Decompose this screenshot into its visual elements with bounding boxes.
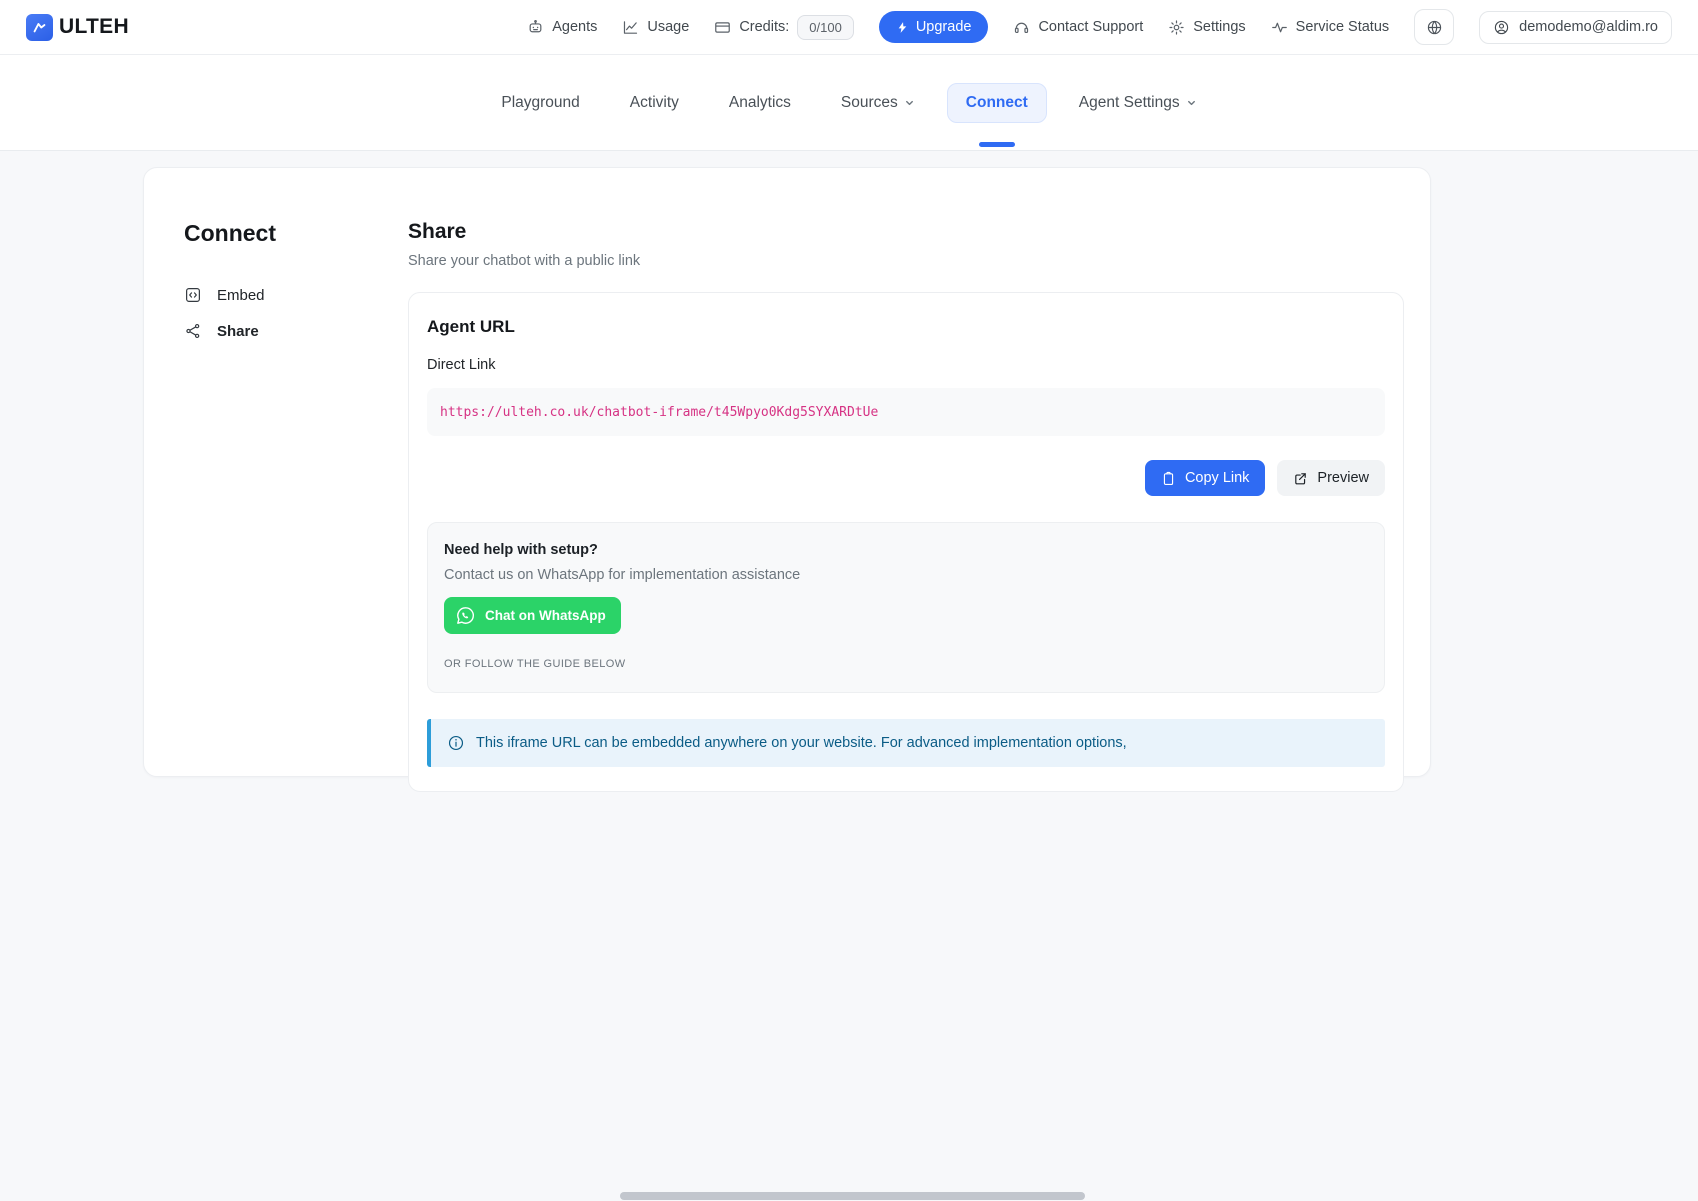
horizontal-scrollbar [0,1191,1698,1201]
connect-sidebar: Connect Embed Share [144,168,408,776]
credit-card-icon [714,19,731,36]
nav-settings-label: Settings [1193,19,1245,35]
iframe-info-text: This iframe URL can be embedded anywhere… [476,735,1127,751]
tab-sources[interactable]: Sources [823,84,933,122]
sidebar-item-embed-label: Embed [217,287,265,304]
person-circle-icon [1493,19,1510,36]
sidebar-item-embed[interactable]: Embed [184,277,408,313]
tab-activity[interactable]: Activity [612,84,697,122]
tab-activity-label: Activity [630,94,679,112]
user-email: demodemo@aldim.ro [1519,19,1658,35]
top-navbar: ULTEH Agents Usage Credits: 0/100 Upgrad… [0,0,1698,55]
direct-link-label: Direct Link [427,357,1385,373]
nav-usage[interactable]: Usage [622,19,689,36]
tab-analytics[interactable]: Analytics [711,84,809,122]
nav-agents-label: Agents [552,19,597,35]
credits-badge: 0/100 [797,15,854,40]
usage-chart-icon [622,19,639,36]
agent-url-card: Agent URL Direct Link https://ulteh.co.u… [408,292,1404,792]
share-panel: Share Share your chatbot with a public l… [408,168,1430,776]
share-nodes-icon [184,322,202,340]
help-subtitle: Contact us on WhatsApp for implementatio… [444,567,1368,583]
language-globe-button[interactable] [1414,9,1454,45]
upgrade-button[interactable]: Upgrade [879,11,989,43]
upgrade-label: Upgrade [916,19,972,35]
activity-pulse-icon [1271,19,1288,36]
external-link-icon [1293,471,1308,486]
nav-usage-label: Usage [647,19,689,35]
navbar-menu: Agents Usage Credits: 0/100 Upgrade Cont… [527,9,1672,45]
help-title: Need help with setup? [444,542,1368,558]
brand-logo-icon [26,14,53,41]
copy-link-button[interactable]: Copy Link [1145,460,1265,496]
tab-playground-label: Playground [501,94,579,112]
user-account-button[interactable]: demodemo@aldim.ro [1479,11,1672,44]
sidebar-item-share-label: Share [217,323,259,340]
iframe-info-banner: This iframe URL can be embedded anywhere… [427,719,1385,767]
page-subtitle: Share your chatbot with a public link [408,253,1404,269]
brand-name: ULTEH [59,15,129,39]
url-actions: Copy Link Preview [427,460,1385,496]
gear-icon [1168,19,1185,36]
whatsapp-chat-label: Chat on WhatsApp [485,608,606,623]
tab-agent-settings-label: Agent Settings [1079,94,1180,112]
horizontal-scrollbar-thumb[interactable] [620,1192,1085,1200]
nav-agents[interactable]: Agents [527,19,597,36]
nav-service-status-label: Service Status [1296,19,1390,35]
nav-contact-support-label: Contact Support [1038,19,1143,35]
clipboard-icon [1161,471,1176,486]
tab-connect[interactable]: Connect [947,83,1047,123]
nav-contact-support[interactable]: Contact Support [1013,19,1143,36]
setup-help-box: Need help with setup? Contact us on What… [427,522,1385,693]
tab-sources-label: Sources [841,94,898,112]
code-square-icon [184,286,202,304]
agent-tabstrip: Playground Activity Analytics Sources Co… [0,55,1698,151]
nav-settings[interactable]: Settings [1168,19,1245,36]
tab-agent-settings[interactable]: Agent Settings [1061,84,1215,122]
whatsapp-chat-button[interactable]: Chat on WhatsApp [444,597,621,634]
tab-analytics-label: Analytics [729,94,791,112]
globe-icon [1426,19,1443,36]
nav-credits[interactable]: Credits: 0/100 [714,15,854,40]
preview-label: Preview [1317,470,1369,486]
tab-connect-label: Connect [966,94,1028,112]
direct-link-url: https://ulteh.co.uk/chatbot-iframe/t45Wp… [440,405,878,420]
robot-icon [527,19,544,36]
sidebar-title: Connect [184,220,408,247]
headset-icon [1013,19,1030,36]
sidebar-item-share[interactable]: Share [184,313,408,349]
nav-credits-label: Credits: [739,19,789,35]
nav-service-status[interactable]: Service Status [1271,19,1390,36]
brand-logo[interactable]: ULTEH [26,14,129,41]
preview-button[interactable]: Preview [1277,460,1385,496]
lightning-icon [896,21,909,34]
chevron-down-icon [1186,97,1197,108]
direct-link-url-box[interactable]: https://ulteh.co.uk/chatbot-iframe/t45Wp… [427,388,1385,436]
chevron-down-icon [904,97,915,108]
info-circle-icon [447,734,465,752]
page-title: Share [408,220,1404,244]
active-tab-indicator [979,142,1015,147]
guide-divider-label: OR FOLLOW THE GUIDE BELOW [444,658,1368,670]
whatsapp-icon [455,605,476,626]
connect-card: Connect Embed Share Share Share your cha… [143,167,1431,777]
agent-url-title: Agent URL [427,317,1385,337]
tab-playground[interactable]: Playground [483,84,597,122]
copy-link-label: Copy Link [1185,470,1249,486]
